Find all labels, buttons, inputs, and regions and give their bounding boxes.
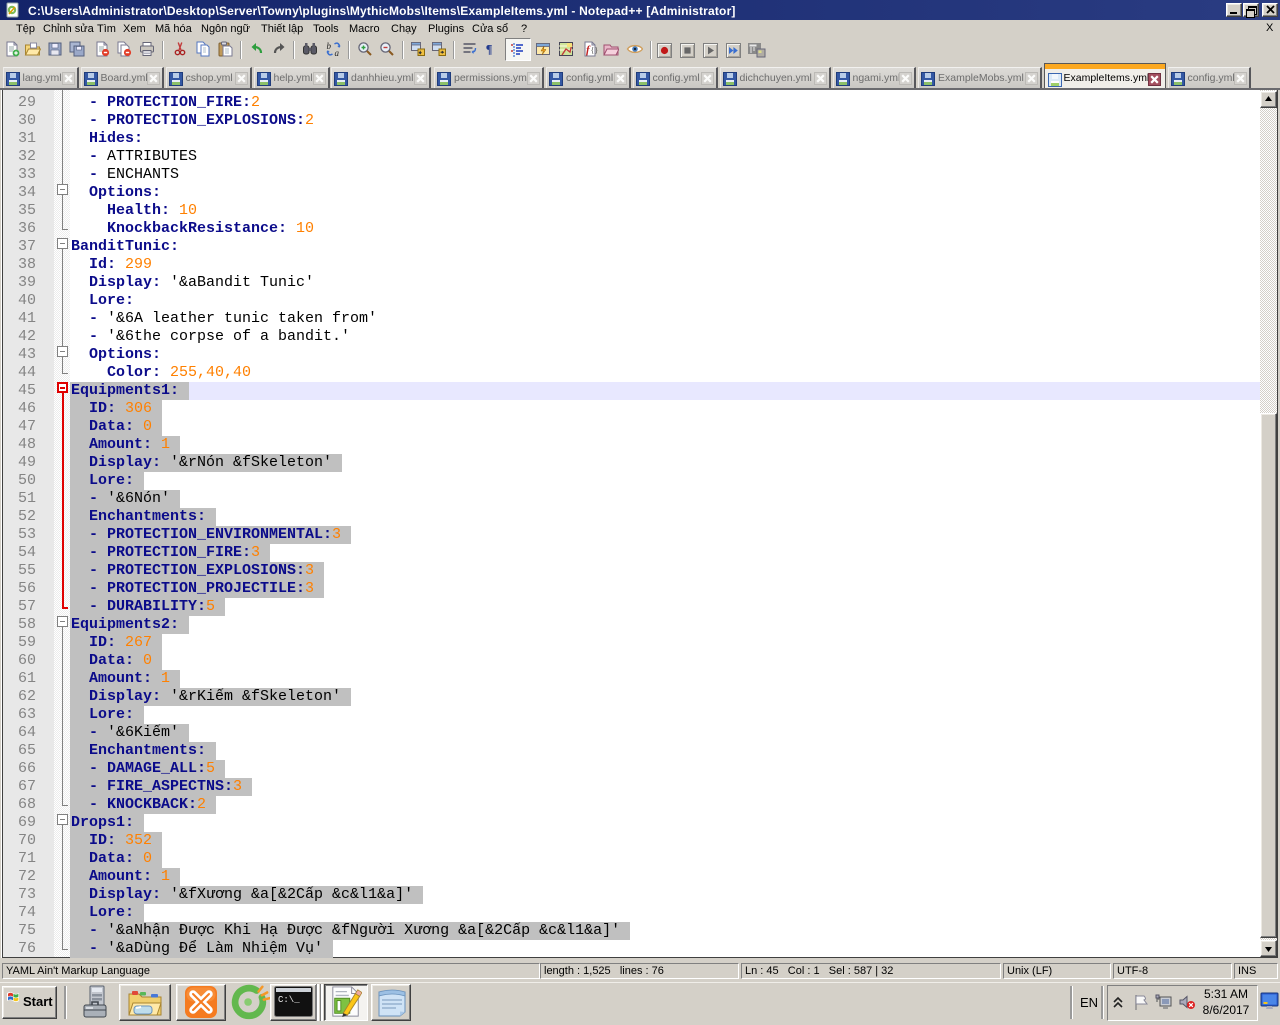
svg-text:b: b bbox=[327, 41, 332, 51]
svg-text:¶: ¶ bbox=[486, 42, 493, 56]
svg-text:a: a bbox=[335, 48, 340, 57]
svg-text:C:\_: C:\_ bbox=[278, 995, 300, 1005]
svg-text:{}: {} bbox=[591, 46, 599, 55]
